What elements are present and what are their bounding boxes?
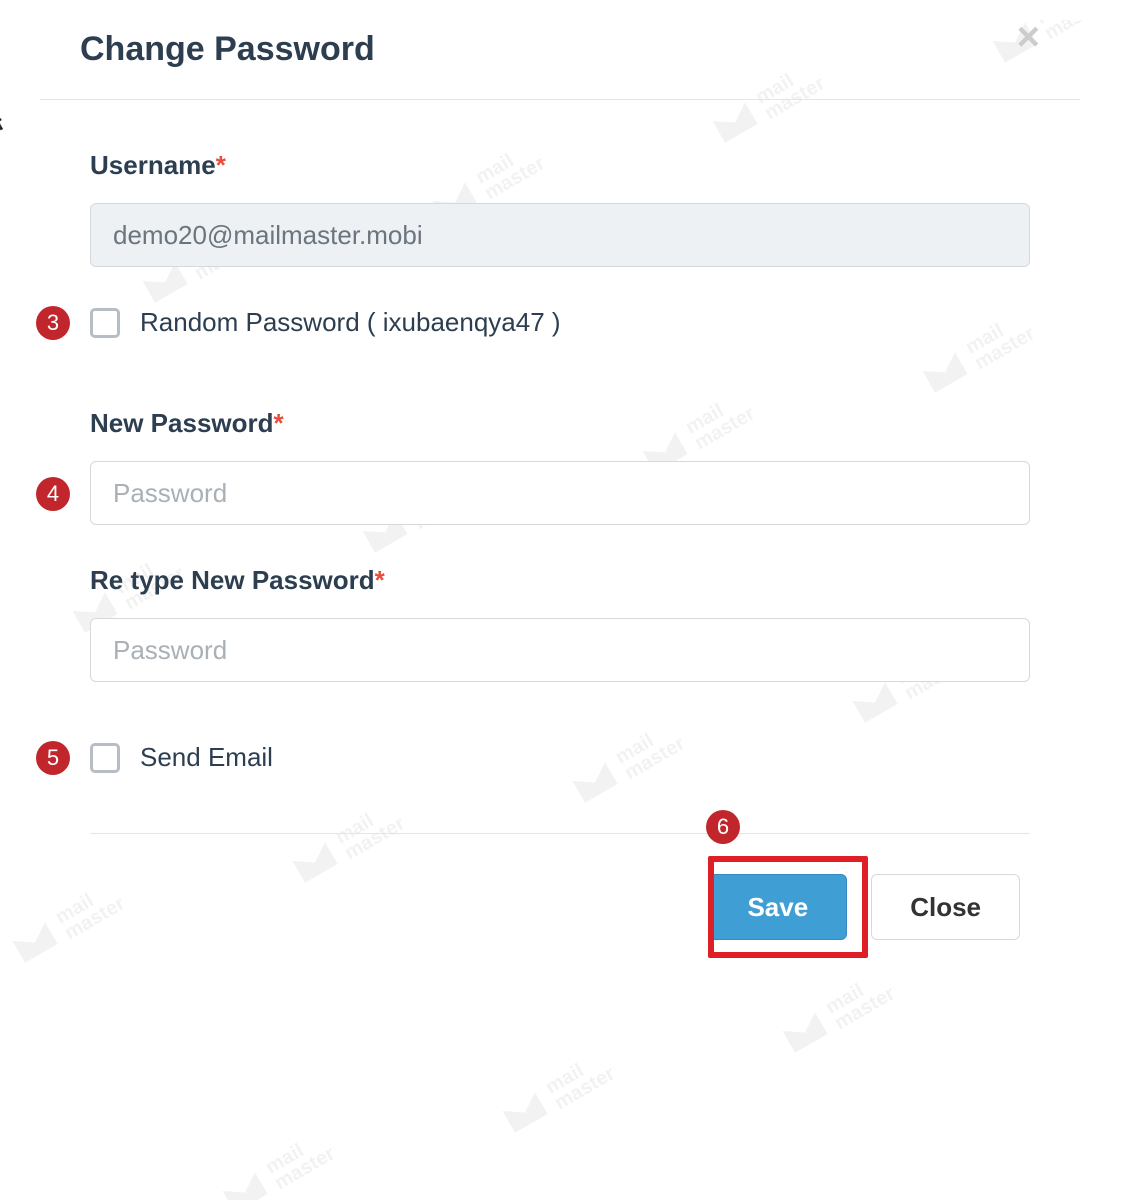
send-email-row: 5 Send Email bbox=[90, 742, 1030, 773]
save-button[interactable]: Save bbox=[708, 874, 847, 940]
dialog-footer: 6 Save Close bbox=[90, 833, 1030, 940]
send-email-checkbox[interactable] bbox=[90, 743, 120, 773]
dialog-title: Change Password bbox=[80, 30, 375, 69]
retype-password-field-group: Re type New Password* bbox=[90, 565, 1030, 682]
random-password-checkbox[interactable] bbox=[90, 308, 120, 338]
random-password-row: 3 Random Password ( ixubaenqya47 ) bbox=[90, 307, 1030, 338]
new-password-input[interactable] bbox=[90, 461, 1030, 525]
annotation-bubble-6: 6 bbox=[706, 810, 740, 844]
username-input bbox=[90, 203, 1030, 267]
annotation-bubble-4: 4 bbox=[36, 477, 70, 511]
close-button[interactable]: Close bbox=[871, 874, 1020, 940]
send-email-label: Send Email bbox=[140, 742, 273, 773]
username-field-group: Username* bbox=[90, 150, 1030, 267]
random-password-label: Random Password ( ixubaenqya47 ) bbox=[140, 307, 561, 338]
required-mark: * bbox=[375, 565, 385, 595]
retype-password-label: Re type New Password* bbox=[90, 565, 1030, 596]
required-mark: * bbox=[216, 150, 226, 180]
new-password-field-group: New Password* 4 bbox=[90, 408, 1030, 525]
watermark-text: mailmaster bbox=[0, 99, 8, 163]
close-icon[interactable]: × bbox=[1017, 25, 1040, 49]
dialog-body: Username* 3 Random Password ( ixubaenqya… bbox=[40, 100, 1080, 970]
required-mark: * bbox=[274, 408, 284, 438]
username-label: Username* bbox=[90, 150, 1030, 181]
retype-password-input[interactable] bbox=[90, 618, 1030, 682]
annotation-bubble-5: 5 bbox=[36, 741, 70, 775]
change-password-dialog: Change Password × Username* 3 Random Pas… bbox=[40, 20, 1080, 970]
new-password-label: New Password* bbox=[90, 408, 1030, 439]
dialog-header: Change Password × bbox=[40, 20, 1080, 100]
annotation-bubble-3: 3 bbox=[36, 306, 70, 340]
